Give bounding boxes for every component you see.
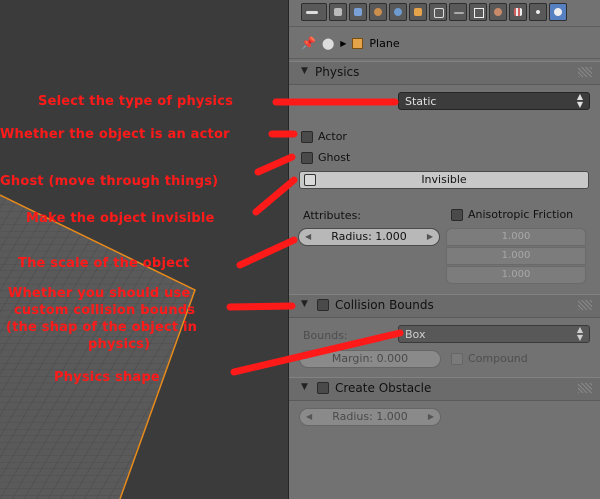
compound-label: Compound	[468, 352, 528, 365]
annotation-bounds-line3: (the shap of the object in	[6, 320, 198, 335]
texture-icon[interactable]	[509, 3, 527, 21]
render-icon[interactable]	[329, 3, 347, 21]
view-menu-icon[interactable]	[301, 3, 327, 21]
dropdown-value: Static	[405, 95, 437, 108]
obstacle-radius-slider[interactable]: ◀ Radius: 1.000 ▶	[299, 408, 441, 426]
breadcrumb: 📌 ⬤ ▶ Plane	[301, 36, 400, 50]
context-tabs	[301, 3, 567, 23]
aniso-y-field[interactable]: 1.000	[446, 247, 586, 265]
collapse-triangle-icon: ▼	[301, 382, 308, 392]
grid-plane	[0, 194, 196, 499]
anisotropic-label: Anisotropic Friction	[468, 208, 574, 221]
ghost-checkbox[interactable]: Ghost	[301, 151, 350, 164]
checkbox-icon[interactable]	[301, 152, 313, 164]
chevron-right-icon: ▶	[340, 38, 347, 48]
scene-icon[interactable]	[369, 3, 387, 21]
annotation-scale: The scale of the object	[18, 256, 190, 271]
drag-grip-icon[interactable]	[578, 67, 592, 77]
aniso-x-field[interactable]: 1.000	[446, 228, 586, 246]
properties-panel: 📌 ⬤ ▶ Plane ▼ Physics Static ▲ ▼ Actor Gh…	[288, 0, 600, 499]
margin-slider[interactable]: Margin: 0.000	[299, 350, 441, 368]
modifiers-icon[interactable]	[449, 3, 467, 21]
decrement-arrow-icon[interactable]: ◀	[306, 409, 312, 425]
breadcrumb-separator	[289, 58, 600, 59]
annotation-invisible: Make the object invisible	[26, 211, 215, 226]
compound-checkbox[interactable]: Compound	[451, 352, 528, 365]
object-cube-icon	[352, 37, 364, 49]
3d-viewport[interactable]	[0, 0, 288, 499]
annotation-bounds-line1: Whether you should use	[8, 286, 191, 301]
aniso-x-value: 1.000	[501, 231, 531, 242]
annotation-bounds-line2: custom collision bounds	[14, 303, 196, 318]
ghost-label: Ghost	[318, 151, 351, 164]
section-title: Physics	[315, 65, 360, 79]
bounds-label: Bounds:	[303, 329, 348, 342]
constraints-icon[interactable]	[429, 3, 447, 21]
checkbox-icon[interactable]	[451, 353, 463, 365]
drag-grip-icon[interactable]	[578, 300, 592, 310]
actor-checkbox[interactable]: Actor	[301, 130, 347, 143]
radius-value: Radius: 1.000	[331, 230, 407, 243]
anisotropic-friction-checkbox[interactable]: Anisotropic Friction	[451, 208, 573, 221]
object-icon[interactable]	[409, 3, 427, 21]
bounds-dropdown[interactable]: Box ▲ ▼	[398, 325, 590, 343]
collision-bounds-checkbox[interactable]	[317, 299, 329, 311]
invisible-label: Invisible	[421, 173, 467, 186]
material-icon[interactable]	[489, 3, 507, 21]
scene-link-icon: ⬤	[321, 36, 335, 50]
aniso-z-field[interactable]: 1.000	[446, 266, 586, 284]
invisible-toggle-button[interactable]: Invisible	[299, 171, 589, 189]
render-layers-icon[interactable]	[349, 3, 367, 21]
annotation-ghost: Ghost (move through things)	[0, 174, 219, 189]
decrement-arrow-icon[interactable]: ◀	[305, 229, 311, 245]
pin-icon[interactable]: 📌	[301, 36, 316, 50]
create-obstacle-section-header[interactable]: ▼ Create Obstacle	[289, 377, 600, 401]
annotation-actor: Whether the object is an actor	[0, 127, 230, 142]
aniso-z-value: 1.000	[501, 269, 531, 280]
updown-arrows-icon: ▲ ▼	[576, 92, 583, 109]
aniso-y-value: 1.000	[501, 250, 531, 261]
attributes-label: Attributes:	[303, 209, 362, 222]
toolbar-separator	[289, 26, 600, 27]
drag-grip-icon[interactable]	[578, 383, 592, 393]
collapse-triangle-icon: ▼	[301, 299, 308, 309]
collapse-triangle-icon: ▼	[301, 66, 308, 76]
world-icon[interactable]	[389, 3, 407, 21]
object-name: Plane	[369, 36, 400, 50]
margin-value: Margin: 0.000	[331, 352, 409, 365]
checkbox-icon[interactable]	[301, 131, 313, 143]
physics-section-header[interactable]: ▼ Physics	[289, 61, 600, 85]
annotation-bounds-line4: physics)	[88, 337, 151, 352]
dropdown-value: Box	[405, 328, 426, 341]
physics-type-dropdown[interactable]: Static ▲ ▼	[398, 92, 590, 110]
increment-arrow-icon[interactable]: ▶	[427, 229, 433, 245]
section-title: Create Obstacle	[335, 381, 432, 395]
particles-icon[interactable]	[529, 3, 547, 21]
obstacle-radius-value: Radius: 1.000	[332, 410, 408, 423]
annotation-type: Select the type of physics	[38, 94, 234, 109]
updown-arrows-icon: ▲ ▼	[576, 325, 583, 342]
data-icon[interactable]	[469, 3, 487, 21]
radius-slider[interactable]: ◀ Radius: 1.000 ▶	[298, 228, 440, 246]
physics-icon[interactable]	[549, 3, 567, 21]
checkbox-icon[interactable]	[451, 209, 463, 221]
create-obstacle-checkbox[interactable]	[317, 382, 329, 394]
section-title: Collision Bounds	[335, 298, 434, 312]
increment-arrow-icon[interactable]: ▶	[428, 409, 434, 425]
annotation-shape: Physics shape	[54, 370, 160, 385]
collision-bounds-section-header[interactable]: ▼ Collision Bounds	[289, 294, 600, 318]
invisible-icon	[304, 174, 316, 186]
actor-label: Actor	[318, 130, 347, 143]
